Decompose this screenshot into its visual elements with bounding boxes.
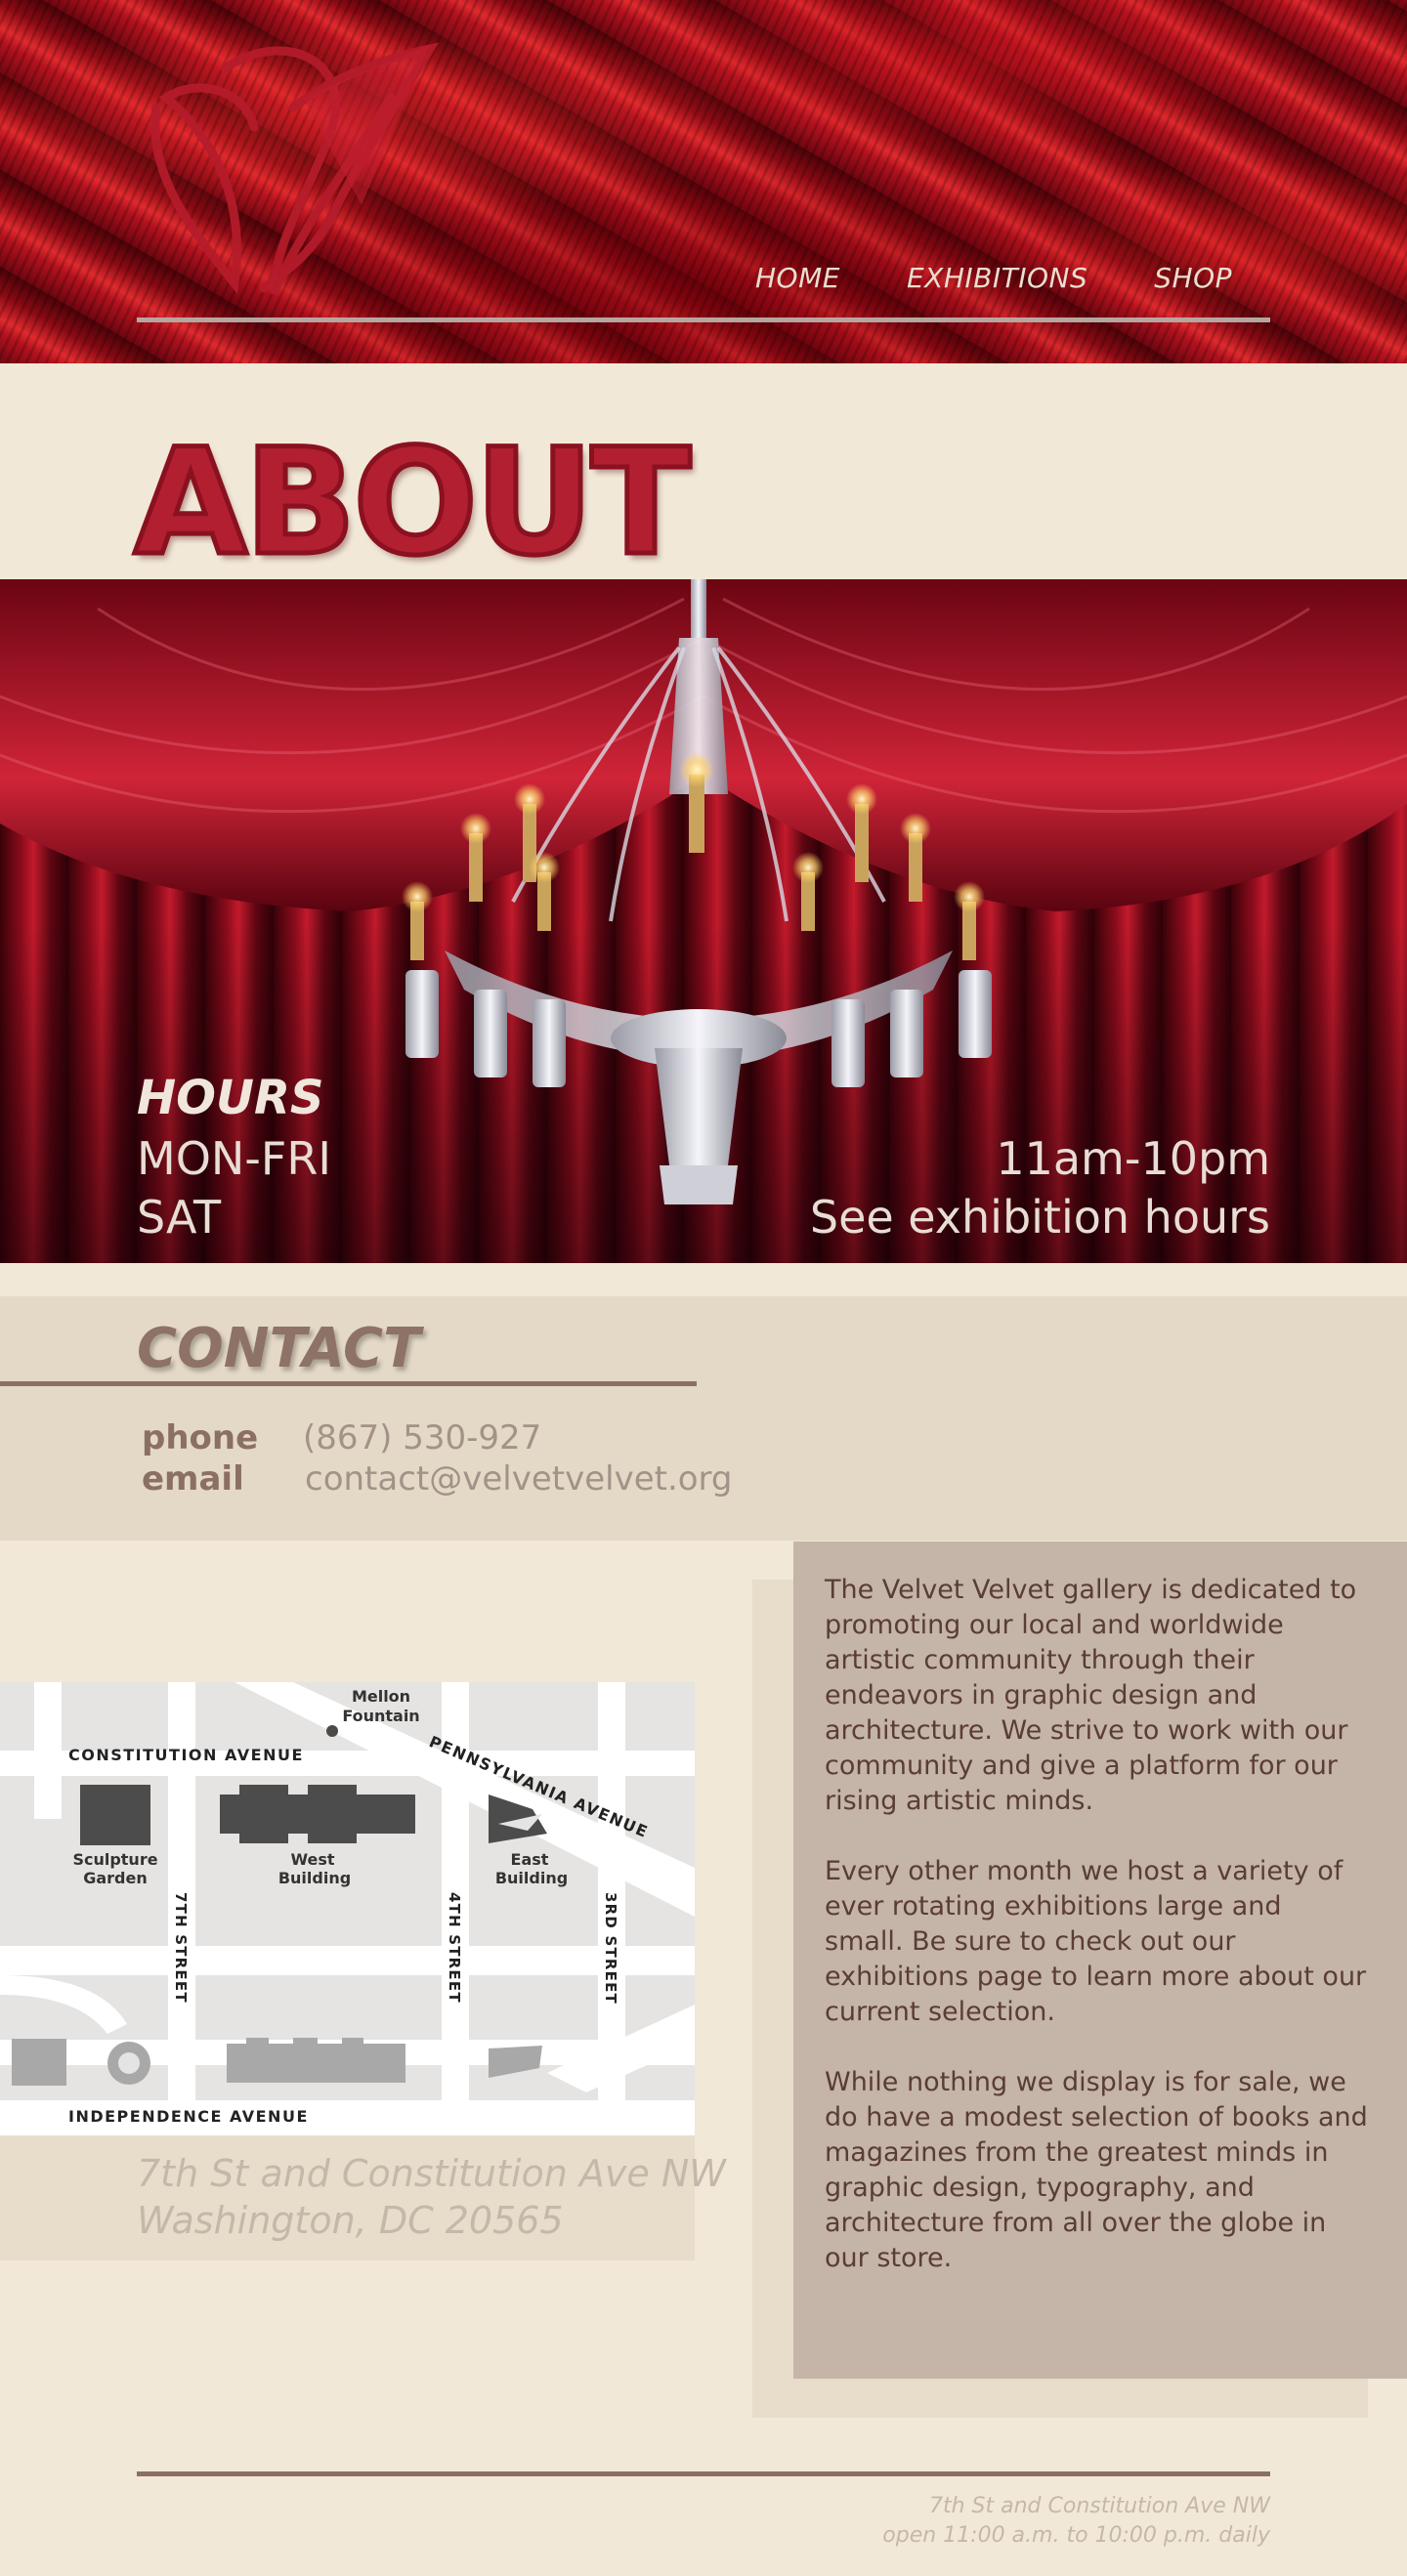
map-label-garden: Garden [83, 1869, 148, 1887]
nav-shop-link[interactable]: SHOP [1154, 262, 1232, 294]
footer-hours: open 11:00 a.m. to 10:00 p.m. daily [882, 2523, 1270, 2548]
about-paragraph-2: Every other month we host a variety of e… [825, 1856, 1367, 2027]
chandelier-image [402, 579, 992, 1204]
map-label-mellon: Mellon [352, 1687, 410, 1706]
velvet-v-monogram-logo[interactable] [137, 39, 508, 313]
email-label: email [142, 1459, 244, 1499]
contact-divider [0, 1381, 697, 1386]
header-banner: HOME EXHIBITIONS SHOP [0, 0, 1407, 363]
map-label-fountain: Fountain [342, 1707, 419, 1725]
nav-divider [137, 317, 1270, 322]
about-paragraph-3: While nothing we display is for sale, we… [825, 2067, 1368, 2273]
about-text-box: The Velvet Velvet gallery is dedicated t… [793, 1541, 1407, 2379]
about-paragraph-1: The Velvet Velvet gallery is dedicated t… [825, 1575, 1357, 1816]
map-label-west-building: Building [278, 1869, 351, 1887]
contact-heading: CONTACT [137, 1317, 421, 1380]
map-label-east: East [511, 1850, 549, 1869]
map-label-4th-street: 4TH STREET [446, 1892, 463, 2004]
hours-heading: HOURS [137, 1071, 324, 1125]
footer-address: 7th St and Constitution Ave NW [928, 2494, 1270, 2518]
phone-link[interactable]: (867) 530-927 [303, 1418, 541, 1457]
map-label-7th-street: 7TH STREET [172, 1892, 190, 2004]
map-label-constitution-avenue: CONSTITUTION AVENUE [68, 1746, 304, 1764]
hours-time-saturday: See exhibition hours [809, 1191, 1270, 1244]
main-nav: HOME EXHIBITIONS SHOP [755, 262, 1232, 294]
nav-home-link[interactable]: HOME [755, 262, 840, 294]
footer-divider [137, 2471, 1270, 2476]
nav-exhibitions-link[interactable]: EXHIBITIONS [907, 262, 1087, 294]
location-map[interactable]: Mellon Fountain CONSTITUTION AVENUE PENN… [0, 1682, 695, 2135]
page-title: ABOUT [131, 418, 693, 588]
hours-days-saturday: SAT [137, 1191, 222, 1244]
map-address-street: 7th St and Constitution Ave NW [137, 2152, 726, 2195]
map-label-west: West [290, 1850, 334, 1869]
email-link[interactable]: contact@velvetvelvet.org [305, 1459, 733, 1499]
map-address-city: Washington, DC 20565 [137, 2199, 564, 2242]
map-label-independence-avenue: INDEPENDENCE AVENUE [68, 2107, 309, 2126]
map-label-3rd-street: 3RD STREET [602, 1892, 619, 2005]
map-label-east-building: Building [495, 1869, 568, 1887]
phone-label: phone [142, 1418, 259, 1457]
hours-days-weekday: MON-FRI [137, 1132, 331, 1185]
map-label-sculpture: Sculpture [72, 1850, 157, 1869]
hours-time-weekday: 11am-10pm [996, 1132, 1270, 1185]
